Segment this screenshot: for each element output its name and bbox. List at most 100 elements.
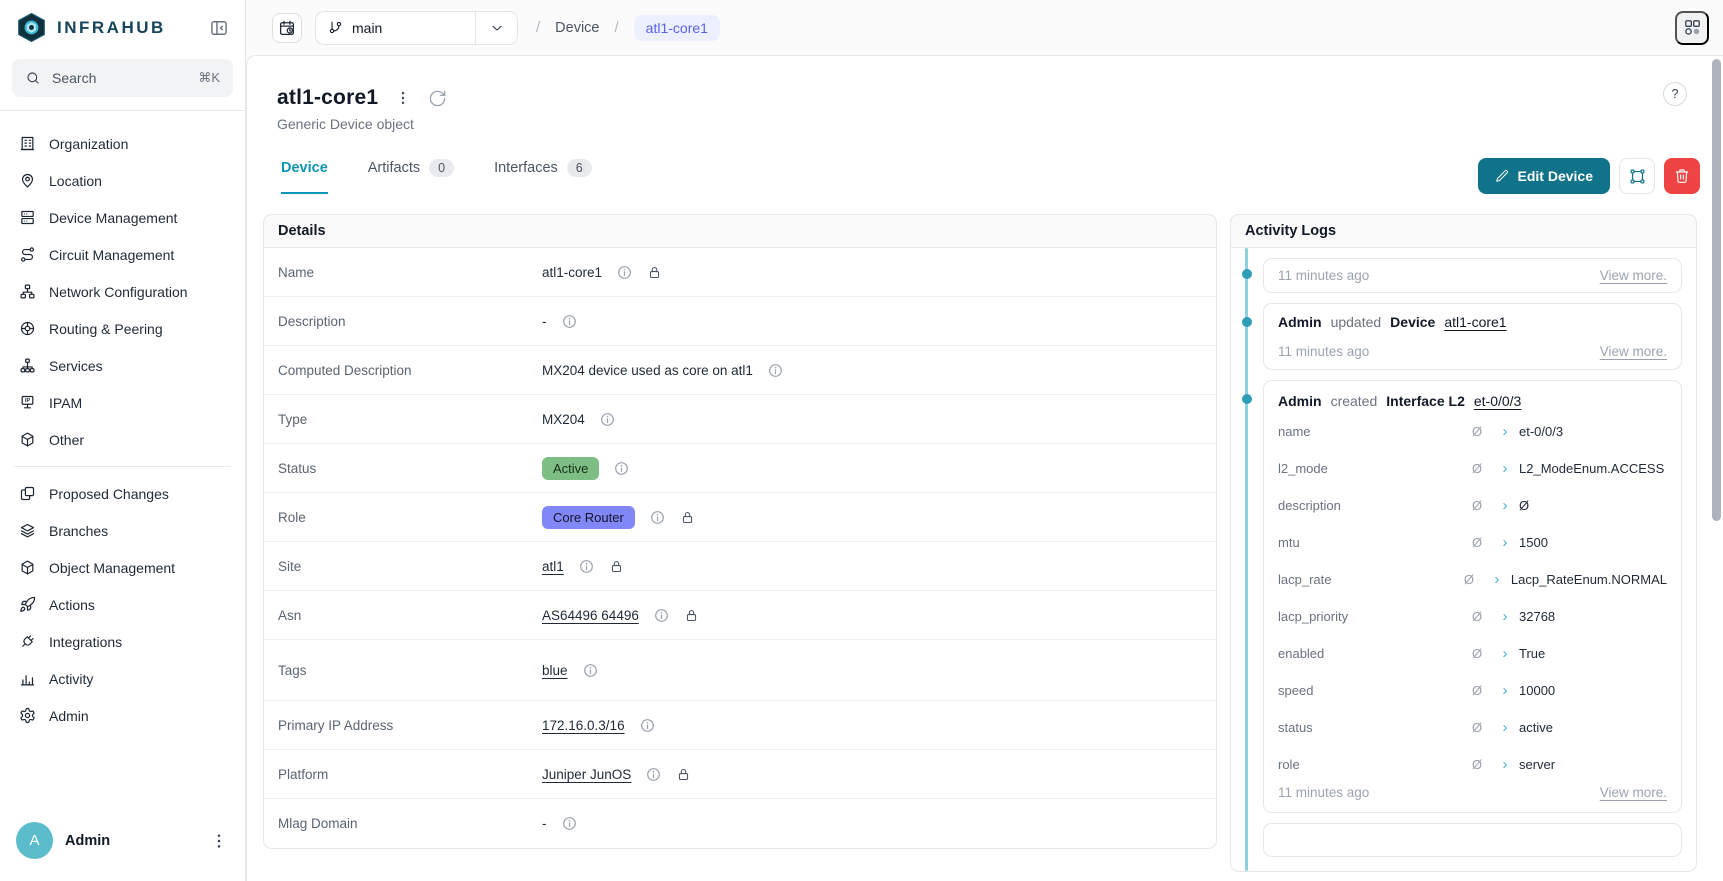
tab-device[interactable]: Device <box>281 159 328 194</box>
sidebar-item-device-management[interactable]: Device Management <box>8 199 237 236</box>
activity-object-link[interactable]: atl1-core1 <box>1444 314 1506 330</box>
sidebar-item-routing-peering[interactable]: Routing & Peering <box>8 310 237 347</box>
tab-interfaces[interactable]: Interfaces 6 <box>494 159 592 194</box>
delete-device-button[interactable] <box>1664 158 1700 194</box>
detail-label: Type <box>278 412 542 427</box>
edit-device-button[interactable]: Edit Device <box>1478 158 1610 194</box>
breadcrumb: / Device / atl1-core1 <box>536 15 720 41</box>
activity-actor: Admin <box>1278 314 1322 330</box>
info-icon[interactable] <box>561 313 578 330</box>
info-icon[interactable] <box>613 460 630 477</box>
sidebar-item-activity[interactable]: Activity <box>8 660 237 697</box>
sidebar-item-network-configuration[interactable]: Network Configuration <box>8 273 237 310</box>
manage-groups-button[interactable] <box>1619 158 1655 194</box>
view-more-link[interactable]: View more. <box>1600 344 1667 359</box>
detail-value: MX204 <box>542 412 585 427</box>
sidebar-item-label: Proposed Changes <box>49 486 169 502</box>
breadcrumb-separator: / <box>615 19 619 36</box>
breadcrumb-current[interactable]: atl1-core1 <box>634 15 720 41</box>
detail-row-primary-ip: Primary IP Address 172.16.0.3/16 <box>264 701 1216 750</box>
sidebar-collapse-button[interactable] <box>207 16 231 40</box>
detail-label: Mlag Domain <box>278 816 542 831</box>
info-icon[interactable] <box>639 717 656 734</box>
view-more-link[interactable]: View more. <box>1600 785 1667 800</box>
sidebar-item-proposed-changes[interactable]: Proposed Changes <box>8 475 237 512</box>
view-more-link[interactable]: View more. <box>1600 268 1667 283</box>
sidebar-item-actions[interactable]: Actions <box>8 586 237 623</box>
info-icon[interactable] <box>767 362 784 379</box>
sidebar-item-object-management[interactable]: Object Management <box>8 549 237 586</box>
info-icon[interactable] <box>578 558 595 575</box>
sidebar-item-label: Actions <box>49 597 95 613</box>
sidebar-item-label: Network Configuration <box>49 284 188 300</box>
platform-link[interactable]: Juniper JunOS <box>542 767 631 782</box>
sidebar-item-location[interactable]: Location <box>8 162 237 199</box>
tag-link[interactable]: blue <box>542 663 568 678</box>
activity-object-link[interactable]: et-0/0/3 <box>1474 393 1521 409</box>
network-icon <box>19 283 36 300</box>
hierarchy-icon <box>19 357 36 374</box>
info-icon[interactable] <box>653 607 670 624</box>
activity-time: 11 minutes ago <box>1278 344 1369 359</box>
detail-value: MX204 device used as core on atl1 <box>542 363 753 378</box>
sidebar-item-label: Object Management <box>49 560 175 576</box>
date-time-button[interactable] <box>272 13 302 43</box>
page-title: atl1-core1 <box>277 86 378 110</box>
refresh-icon[interactable] <box>428 89 447 108</box>
timeline-dot <box>1242 394 1252 404</box>
tab-artifacts[interactable]: Artifacts 0 <box>368 159 454 194</box>
branch-selector[interactable]: main <box>315 11 518 45</box>
lock-icon <box>684 608 699 623</box>
detail-row-asn: Asn AS64496 64496 <box>264 591 1216 640</box>
sidebar-item-ipam[interactable]: IP IPAM <box>8 384 237 421</box>
route-icon <box>19 246 36 263</box>
asn-link[interactable]: AS64496 64496 <box>542 608 639 623</box>
timeline-dot <box>1242 317 1252 327</box>
sidebar-item-services[interactable]: Services <box>8 347 237 384</box>
info-icon[interactable] <box>649 509 666 526</box>
sidebar-item-label: Location <box>49 173 102 189</box>
search-placeholder: Search <box>52 70 96 86</box>
detail-label: Site <box>278 559 542 574</box>
title-kebab-menu-icon[interactable] <box>394 89 412 107</box>
help-button[interactable]: ? <box>1663 82 1687 106</box>
object-group-icon <box>1629 168 1646 185</box>
chevron-right-icon: › <box>1483 572 1511 587</box>
sidebar-item-integrations[interactable]: Integrations <box>8 623 237 660</box>
property-change-row: role Ø › server <box>1278 746 1667 783</box>
detail-row-type: Type MX204 <box>264 395 1216 444</box>
scrollbar-thumb[interactable] <box>1712 59 1721 521</box>
details-panel-title: Details <box>264 215 1216 248</box>
sidebar-item-other[interactable]: Other <box>8 421 237 458</box>
branch-dropdown-toggle[interactable] <box>475 12 517 44</box>
activity-card: Admin created Interface L2 et-0/0/3 name… <box>1263 380 1682 813</box>
detail-row-mlag-domain: Mlag Domain - <box>264 799 1216 848</box>
info-icon[interactable] <box>599 411 616 428</box>
user-name: Admin <box>65 833 110 849</box>
plug-icon <box>19 633 36 650</box>
breadcrumb-device[interactable]: Device <box>555 20 599 36</box>
sidebar-item-circuit-management[interactable]: Circuit Management <box>8 236 237 273</box>
detail-label: Tags <box>278 663 542 678</box>
site-link[interactable]: atl1 <box>542 559 564 574</box>
info-icon[interactable] <box>645 766 662 783</box>
workflow-nodes-icon <box>1683 18 1702 37</box>
sidebar-item-organization[interactable]: Organization <box>8 125 237 162</box>
primary-ip-link[interactable]: 172.16.0.3/16 <box>542 718 625 733</box>
kebab-menu-icon[interactable] <box>209 831 229 851</box>
search-shortcut: ⌘K <box>198 70 220 86</box>
user-row[interactable]: A Admin <box>0 806 245 881</box>
search-input[interactable]: Search ⌘K <box>12 59 233 97</box>
schema-visualizer-button[interactable] <box>1675 11 1709 45</box>
avatar: A <box>16 822 53 859</box>
sidebar-item-admin[interactable]: Admin <box>8 697 237 734</box>
rocket-icon <box>19 596 36 613</box>
info-icon[interactable] <box>616 264 633 281</box>
sidebar-item-branches[interactable]: Branches <box>8 512 237 549</box>
info-icon[interactable] <box>561 815 578 832</box>
sidebar-item-label: Other <box>49 432 84 448</box>
property-old-value: Ø <box>1463 498 1491 513</box>
sidebar-item-label: Activity <box>49 671 93 687</box>
activity-actor: Admin <box>1278 393 1322 409</box>
info-icon[interactable] <box>582 662 599 679</box>
